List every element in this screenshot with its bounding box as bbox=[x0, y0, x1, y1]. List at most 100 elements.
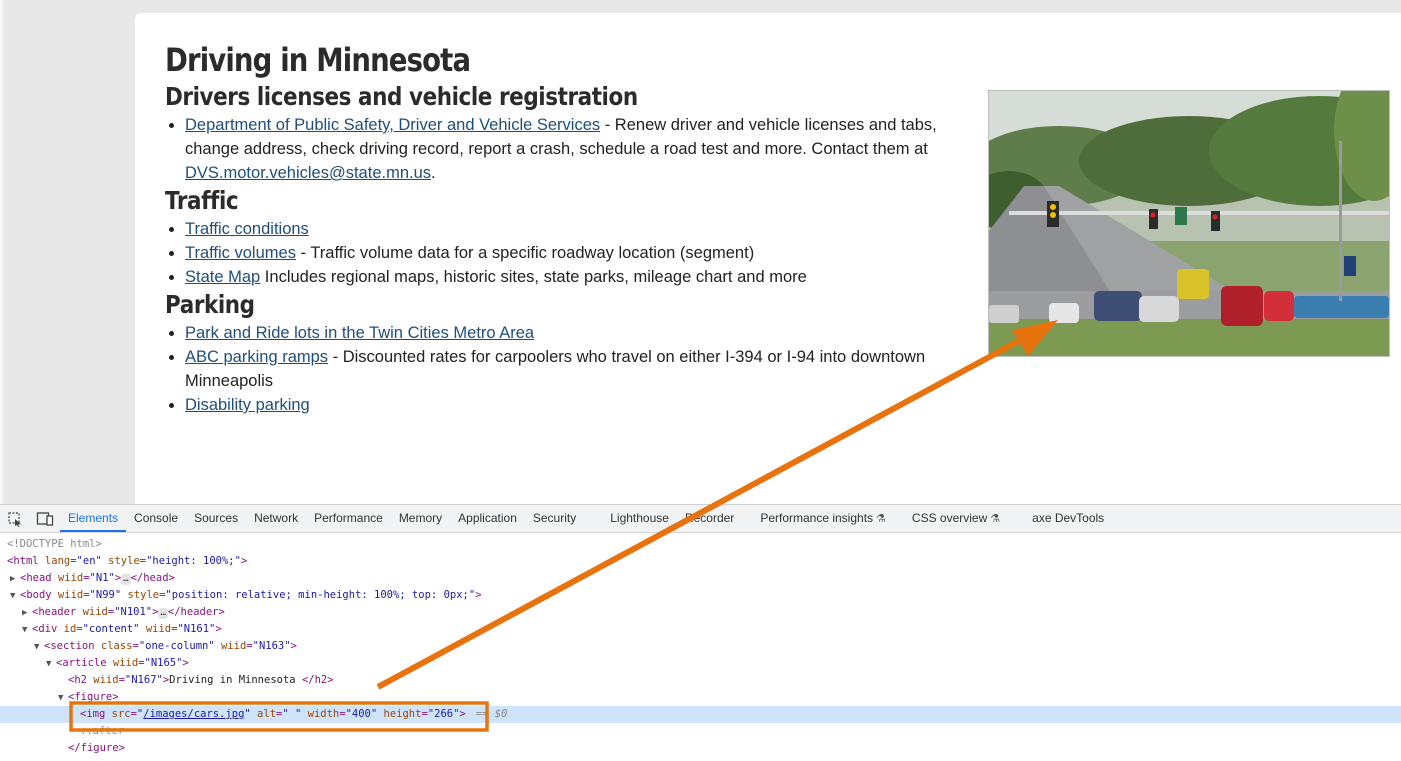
attr-value: "/images/cars.jpg" bbox=[136, 708, 251, 720]
disability-parking-link[interactable]: Disability parking bbox=[185, 396, 310, 414]
doctype-text: <!DOCTYPE html> bbox=[7, 538, 102, 550]
attr-value: "height: 100%;" bbox=[146, 555, 241, 567]
tag: > bbox=[459, 708, 466, 720]
tag: <body bbox=[20, 589, 52, 601]
tag: <article bbox=[56, 657, 107, 669]
list-item: ABC parking ramps - Discounted rates for… bbox=[185, 345, 955, 393]
tab-label: CSS overview bbox=[911, 511, 988, 525]
dom-node-head[interactable]: ▶ <head wiid="N1">… </head> bbox=[0, 570, 1401, 587]
tag: <html bbox=[7, 555, 39, 567]
list-item-text: . bbox=[431, 164, 436, 182]
attr-value: "N163" bbox=[252, 640, 291, 652]
tab-memory[interactable]: Memory bbox=[391, 505, 450, 532]
ellipsis-icon[interactable]: … bbox=[158, 608, 168, 619]
attr-name: wiid bbox=[214, 640, 247, 652]
attr-value: "content" bbox=[82, 623, 140, 635]
collapse-arrow-icon[interactable]: ▼ bbox=[34, 639, 44, 656]
collapse-arrow-icon[interactable]: ▼ bbox=[58, 690, 68, 707]
tab-lighthouse[interactable]: Lighthouse bbox=[602, 505, 677, 532]
dvs-link[interactable]: Department of Public Safety, Driver and … bbox=[185, 116, 600, 134]
tab-recorder[interactable]: Recorder bbox=[677, 505, 742, 532]
traffic-conditions-link[interactable]: Traffic conditions bbox=[185, 220, 309, 238]
tab-security[interactable]: Security bbox=[525, 505, 584, 532]
expand-arrow-icon[interactable]: ▶ bbox=[10, 571, 20, 588]
attr-value: "N161" bbox=[177, 623, 216, 635]
tag: <figure> bbox=[68, 691, 119, 703]
tag: <head bbox=[20, 572, 52, 584]
tab-css-overview[interactable]: CSS overview ⚗ bbox=[904, 505, 1008, 532]
attr-value: "266" bbox=[427, 708, 460, 720]
attr-name: wiid bbox=[76, 606, 108, 618]
tab-sources[interactable]: Sources bbox=[186, 505, 246, 532]
dom-node-after[interactable]: ::after bbox=[0, 723, 1401, 740]
dom-node-doctype[interactable]: <!DOCTYPE html> bbox=[0, 536, 1401, 553]
tab-application[interactable]: Application bbox=[450, 505, 525, 532]
img-src-link[interactable]: /images/cars.jpg bbox=[143, 708, 244, 720]
tag: <header bbox=[32, 606, 77, 618]
tag: </h2> bbox=[301, 674, 334, 686]
tab-performance-insights[interactable]: Performance insights ⚗ bbox=[752, 505, 894, 532]
section-heading-licenses: Drivers licenses and vehicle registratio… bbox=[165, 82, 638, 111]
expand-arrow-icon[interactable]: ▶ bbox=[22, 605, 32, 622]
attr-name: style bbox=[101, 555, 140, 567]
traffic-volumes-link[interactable]: Traffic volumes bbox=[185, 244, 296, 262]
attr-value: "one-column" bbox=[138, 640, 215, 652]
photo-illustration bbox=[989, 91, 1389, 356]
page-title: Driving in Minnesota bbox=[165, 41, 471, 79]
dom-node-html[interactable]: <html lang="en" style="height: 100%;"> bbox=[0, 553, 1401, 570]
list-item-text: Includes regional maps, historic sites, … bbox=[260, 268, 807, 286]
attr-value: "400" bbox=[345, 708, 378, 720]
attr-name: width bbox=[301, 708, 340, 720]
list-item: Traffic conditions bbox=[185, 217, 955, 241]
attr-value: " " bbox=[282, 708, 302, 720]
tab-console[interactable]: Console bbox=[126, 505, 186, 532]
tab-elements[interactable]: Elements bbox=[60, 505, 127, 532]
devtools-panel: Elements Console Sources Network Perform… bbox=[0, 504, 1401, 761]
dom-node-figure-close[interactable]: </figure> bbox=[0, 740, 1401, 757]
tag: </figure> bbox=[68, 742, 125, 754]
dom-node-h2[interactable]: <h2 wiid="N167">Driving in Minnesota </h… bbox=[0, 672, 1401, 689]
dom-node-article[interactable]: ▼ <article wiid="N165"> bbox=[0, 655, 1401, 672]
traffic-road-photo bbox=[988, 90, 1390, 357]
list-item: Park and Ride lots in the Twin Cities Me… bbox=[185, 321, 955, 345]
tab-performance[interactable]: Performance bbox=[306, 505, 391, 532]
ellipsis-icon[interactable]: … bbox=[121, 574, 131, 585]
dvs-email-link[interactable]: DVS.motor.vehicles@state.mn.us bbox=[185, 164, 431, 182]
dom-node-div-content[interactable]: ▼ <div id="content" wiid="N161"> bbox=[0, 621, 1401, 638]
attr-name: wiid bbox=[139, 623, 172, 635]
parking-list: Park and Ride lots in the Twin Cities Me… bbox=[165, 321, 955, 417]
tag: <div bbox=[32, 623, 58, 635]
licenses-list: Department of Public Safety, Driver and … bbox=[165, 113, 955, 185]
attr-name: wiid bbox=[86, 674, 119, 686]
abc-parking-link[interactable]: ABC parking ramps bbox=[185, 348, 328, 366]
dom-node-body[interactable]: ▼ <body wiid="N99" style="position: relat… bbox=[0, 587, 1401, 604]
attr-value: "N99" bbox=[89, 589, 122, 601]
tab-network[interactable]: Network bbox=[246, 505, 306, 532]
attr-name: wiid bbox=[106, 657, 139, 669]
inspect-element-icon[interactable] bbox=[0, 505, 30, 532]
collapse-arrow-icon[interactable]: ▼ bbox=[46, 656, 56, 673]
tag: <img bbox=[80, 708, 106, 720]
attr-value: "N1" bbox=[89, 572, 115, 584]
dom-node-header[interactable]: ▶ <header wiid="N101">… </header> bbox=[0, 604, 1401, 621]
device-toolbar-icon[interactable] bbox=[30, 505, 60, 532]
park-and-ride-link[interactable]: Park and Ride lots in the Twin Cities Me… bbox=[185, 324, 534, 342]
devtools-tabbar: Elements Console Sources Network Perform… bbox=[0, 505, 1401, 533]
page-viewport: Driving in Minnesota Drivers licenses an… bbox=[0, 0, 1401, 504]
tab-axe-devtools[interactable]: axe DevTools bbox=[1024, 505, 1112, 532]
list-item-text: - Traffic volume data for a specific roa… bbox=[295, 244, 755, 262]
dom-node-figure[interactable]: ▼ <figure> bbox=[0, 689, 1401, 706]
attr-value: "N101" bbox=[114, 606, 153, 618]
tag: </header> bbox=[167, 606, 225, 618]
collapse-arrow-icon[interactable]: ▼ bbox=[10, 588, 20, 605]
collapse-arrow-icon[interactable]: ▼ bbox=[22, 622, 32, 639]
list-item: Disability parking bbox=[185, 393, 955, 417]
dom-node-section[interactable]: ▼ <section class="one-column" wiid="N163"… bbox=[0, 638, 1401, 655]
list-item: State Map Includes regional maps, histor… bbox=[185, 265, 955, 289]
attr-name: alt bbox=[250, 708, 277, 720]
tag: > bbox=[182, 657, 189, 669]
attr-name: wiid bbox=[51, 589, 84, 601]
state-map-link[interactable]: State Map bbox=[185, 268, 260, 286]
tag: > bbox=[215, 623, 222, 635]
dom-node-img-selected[interactable]: <img src="/images/cars.jpg" alt=" " widt… bbox=[0, 706, 1401, 723]
